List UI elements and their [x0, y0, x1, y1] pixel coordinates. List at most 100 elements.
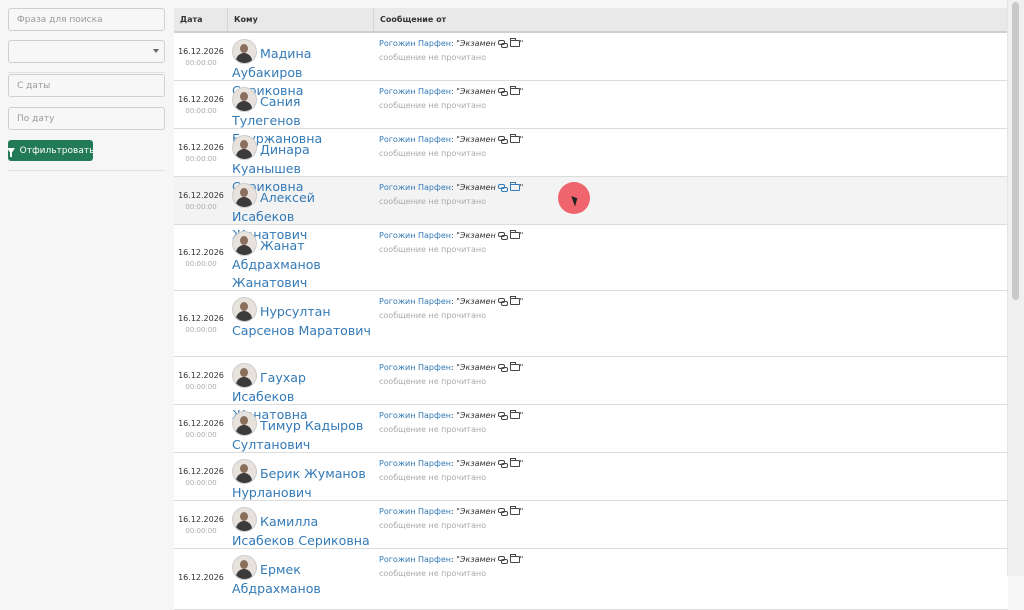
table-row[interactable]: 16.12.2026 00:00:00 Камилла Исабеков Серик… [174, 501, 1008, 549]
subject-suffix: " [519, 39, 524, 48]
folder-open-icon[interactable] [509, 410, 520, 419]
folder-open-icon[interactable] [509, 86, 520, 95]
sender-link[interactable]: Рогожин Парфен [379, 87, 451, 96]
message-subject[interactable]: Экзамен [460, 507, 496, 516]
scrollbar[interactable] [1007, 0, 1024, 576]
date-cell: 16.12.2026 00:00:00 [174, 33, 228, 80]
date-from-input[interactable] [8, 74, 165, 97]
message-time: 00:00:00 [185, 58, 217, 67]
recipient-cell: Динара Куанышев Сериковна [228, 129, 374, 194]
folder-open-icon[interactable] [509, 296, 520, 305]
table-row[interactable]: 16.12.2026 00:00:00 Сания Тулегенов Бауржа… [174, 81, 1008, 146]
scrollbar-thumb[interactable] [1012, 2, 1019, 300]
header-date[interactable]: Дата [174, 8, 228, 31]
folder-open-icon[interactable] [509, 554, 520, 563]
table-row[interactable]: 16.12.2026 00:00:00 Тимур Кадыров Султанов… [174, 405, 1008, 453]
recipient-cell: Сания Тулегенов Бауржановна [228, 81, 374, 146]
message-cell: Рогожин Парфен: "Экзамен " сообщение не пр… [374, 501, 1008, 548]
message-subject[interactable]: Экзамен [460, 297, 496, 306]
recipient-cell: Нурсултан Сарсенов Маратович [228, 291, 374, 356]
folder-open-icon[interactable] [509, 506, 520, 515]
link-icon[interactable] [497, 136, 508, 144]
table-row[interactable]: 16.12.2026 00:00:00 Динара Куанышев Серико… [174, 129, 1008, 194]
folder-open-icon[interactable] [509, 182, 520, 191]
message-subject[interactable]: Экзамен [460, 555, 496, 564]
messages-table: Дата Кому Сообщение от 16.12.2026 00:00:0… [174, 8, 1008, 610]
date-to-input[interactable] [8, 107, 165, 130]
subject-suffix: " [519, 231, 524, 240]
read-status: сообщение не прочитано [379, 425, 486, 434]
read-status: сообщение не прочитано [379, 53, 486, 62]
message-subject[interactable]: Экзамен [460, 231, 496, 240]
message-date: 16.12.2026 [178, 466, 224, 476]
sender-link[interactable]: Рогожин Парфен [379, 459, 451, 468]
recipient-select[interactable] [8, 40, 165, 63]
message-subject[interactable]: Экзамен [460, 411, 496, 420]
message-subject[interactable]: Экзамен [460, 183, 496, 192]
link-icon[interactable] [497, 40, 508, 48]
link-icon[interactable] [497, 298, 508, 306]
message-cell: Рогожин Парфен: "Экзамен " сообщение не пр… [374, 291, 1008, 356]
link-icon[interactable] [497, 412, 508, 420]
read-status: сообщение не прочитано [379, 197, 486, 206]
filter-button[interactable]: Отфильтровать [6, 140, 94, 161]
folder-open-icon[interactable] [509, 38, 520, 47]
link-icon[interactable] [497, 184, 508, 192]
sender-link[interactable]: Рогожин Парфен [379, 183, 451, 192]
date-cell: 16.12.2026 00:00:00 [174, 501, 228, 548]
avatar [232, 555, 257, 580]
recipient-cell: Берик Жуманов Нурланович [228, 453, 374, 500]
link-icon[interactable] [497, 508, 508, 516]
message-cell: Рогожин Парфен: "Экзамен " сообщение не пр… [374, 357, 1008, 404]
message-cell: Рогожин Парфен: "Экзамен " сообщение не пр… [374, 453, 1008, 500]
sender-link[interactable]: Рогожин Парфен [379, 555, 451, 564]
message-subject[interactable]: Экзамен [460, 363, 496, 372]
table-row[interactable]: 16.12.2026 00:00:00 Берик Жуманов Нурланов… [174, 453, 1008, 501]
folder-open-icon[interactable] [509, 134, 520, 143]
subject-suffix: " [519, 297, 524, 306]
message-subject[interactable]: Экзамен [460, 39, 496, 48]
read-status: сообщение не прочитано [379, 101, 486, 110]
link-icon[interactable] [497, 88, 508, 96]
folder-open-icon[interactable] [509, 362, 520, 371]
link-icon[interactable] [497, 364, 508, 372]
date-cell: 16.12.2026 00:00:00 [174, 225, 228, 290]
table-row[interactable]: 16.12.2026 00:00:00 Мадина Аубакиров Серик… [174, 33, 1008, 98]
message-time: 00:00:00 [185, 478, 217, 487]
subject-prefix: : " [450, 297, 460, 306]
sender-link[interactable]: Рогожин Парфен [379, 411, 451, 420]
subject-suffix: " [519, 135, 524, 144]
table-row[interactable]: 16.12.2026 Ермек Абдрахманов Рогожин Парфе… [174, 549, 1008, 610]
table-row[interactable]: 16.12.2026 00:00:00 Жанат Абдрахманов Жана… [174, 225, 1008, 291]
message-time: 00:00:00 [185, 526, 217, 535]
message-date: 16.12.2026 [178, 514, 224, 524]
sender-link[interactable]: Рогожин Парфен [379, 507, 451, 516]
header-message-from[interactable]: Сообщение от [374, 8, 1008, 31]
sender-link[interactable]: Рогожин Парфен [379, 135, 451, 144]
message-time: 00:00:00 [185, 202, 217, 211]
message-time: 00:00:00 [185, 154, 217, 163]
folder-open-icon[interactable] [509, 230, 520, 239]
sender-link[interactable]: Рогожин Парфен [379, 39, 451, 48]
link-icon[interactable] [497, 460, 508, 468]
search-input[interactable] [8, 8, 165, 31]
chevron-down-icon [153, 49, 159, 53]
message-subject[interactable]: Экзамен [460, 459, 496, 468]
link-icon[interactable] [497, 232, 508, 240]
message-date: 16.12.2026 [178, 142, 224, 152]
message-subject[interactable]: Экзамен [460, 135, 496, 144]
table-row[interactable]: 16.12.2026 00:00:00 Нурсултан Сарсенов Мар… [174, 291, 1008, 357]
header-recipient[interactable]: Кому [228, 8, 374, 31]
message-date: 16.12.2026 [178, 313, 224, 323]
subject-suffix: " [519, 87, 524, 96]
message-subject[interactable]: Экзамен [460, 87, 496, 96]
table-row[interactable]: 16.12.2026 00:00:00 Алексей Исабеков Жанат… [174, 177, 1008, 242]
table-row[interactable]: 16.12.2026 00:00:00 Гаухар Исабеков Жанато… [174, 357, 1008, 422]
sender-link[interactable]: Рогожин Парфен [379, 363, 451, 372]
date-cell: 16.12.2026 00:00:00 [174, 357, 228, 404]
folder-open-icon[interactable] [509, 458, 520, 467]
message-date: 16.12.2026 [178, 46, 224, 56]
link-icon[interactable] [497, 556, 508, 564]
sender-link[interactable]: Рогожин Парфен [379, 297, 451, 306]
sender-link[interactable]: Рогожин Парфен [379, 231, 451, 240]
